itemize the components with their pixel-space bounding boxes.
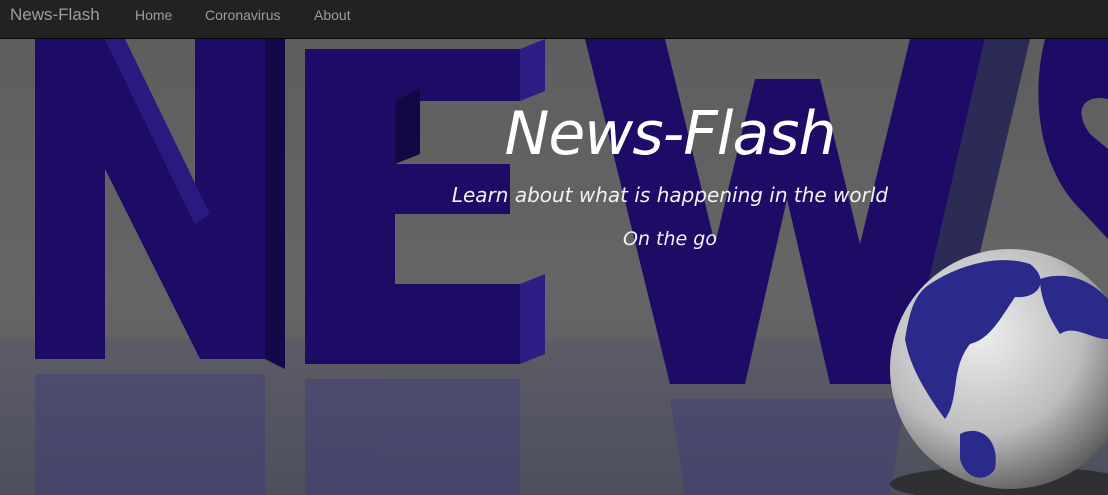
top-navbar: News-Flash Home Coronavirus About <box>0 0 1108 39</box>
brand-link[interactable]: News-Flash <box>10 5 100 25</box>
hero-title: News-Flash <box>504 99 836 169</box>
nav-link-home[interactable]: Home <box>135 7 172 23</box>
hero-subtitle: Learn about what is happening in the wor… <box>451 183 889 207</box>
hero-tagline: On the go <box>623 228 717 250</box>
nav-link-coronavirus[interactable]: Coronavirus <box>205 7 280 23</box>
nav-link-about[interactable]: About <box>314 7 351 23</box>
hero-banner: News-Flash Learn about what is happening… <box>0 39 1108 495</box>
